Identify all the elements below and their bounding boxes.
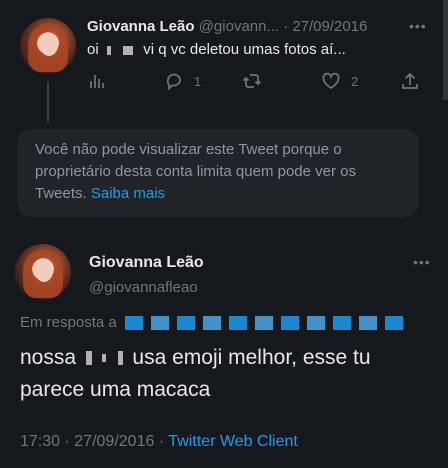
tweet-header: Giovanna Leão @giovann... · 27/09/2016 (87, 18, 367, 35)
separator: · (283, 18, 289, 35)
retweet-button[interactable] (242, 71, 262, 91)
tweet-date[interactable]: 27/09/2016 (292, 18, 367, 35)
reply-count: 1 (194, 73, 202, 89)
unavailable-tweet-notice: Você não pode visualizar este Tweet porq… (17, 129, 419, 217)
unavailable-message: Você não pode visualizar este Tweet porq… (35, 141, 357, 202)
redacted-name (106, 45, 111, 55)
reply-label: Em resposta a (20, 314, 117, 331)
heart-icon (322, 72, 340, 89)
separator: · (158, 433, 165, 450)
learn-more-link[interactable]: Saiba mais (91, 185, 165, 202)
redacted-name (85, 351, 92, 366)
tweet-text-start: oi (87, 41, 99, 58)
separator: · (64, 433, 70, 450)
reply-button[interactable]: 1 (164, 71, 201, 91)
tweet-time[interactable]: 17:30 (20, 433, 60, 450)
more-options-icon[interactable]: ••• (409, 18, 427, 34)
tweet-actions: 1 2 (87, 71, 427, 95)
author-handle[interactable]: @giovannafleao (89, 279, 198, 296)
tweet-text: oi vi q vc deletou umas fotos aí... (87, 41, 346, 58)
analytics-icon (90, 75, 104, 88)
share-button[interactable] (400, 71, 420, 91)
analytics-button[interactable] (87, 71, 107, 91)
redacted-name (101, 354, 106, 363)
previous-tweet[interactable]: Giovanna Leão @giovann... · 27/09/2016 •… (0, 0, 448, 122)
tweet-source-link[interactable]: Twitter Web Client (168, 433, 298, 450)
retweet-icon (242, 74, 262, 88)
author-name[interactable]: Giovanna Leão (89, 254, 204, 272)
avatar[interactable] (15, 244, 71, 300)
tweet-text-start: nossa (20, 346, 77, 369)
tweet-date[interactable]: 27/09/2016 (74, 433, 154, 450)
reply-context: Em resposta a (20, 314, 405, 331)
tweet-metadata: 17:30 · 27/09/2016 · Twitter Web Client (20, 433, 298, 451)
tweet-text-end: vi q vc deletou umas fotos aí... (143, 41, 346, 58)
tweet-thread: Giovanna Leão @giovann... · 27/09/2016 •… (0, 0, 448, 468)
share-icon (402, 72, 418, 89)
reply-icon (166, 73, 181, 91)
thread-connector (47, 82, 49, 122)
more-options-icon[interactable]: ••• (413, 254, 431, 270)
like-count: 2 (351, 73, 359, 89)
redacted-name (117, 351, 123, 366)
author-name[interactable]: Giovanna Leão (87, 18, 195, 35)
tweet-text: nossa usa emoji melhor, esse tu parece u… (20, 342, 430, 406)
avatar[interactable] (20, 18, 76, 74)
redacted-mention-link[interactable] (124, 316, 405, 331)
like-button[interactable]: 2 (321, 71, 358, 91)
author-handle[interactable]: @giovann... (199, 18, 279, 35)
redacted-name (123, 45, 134, 55)
